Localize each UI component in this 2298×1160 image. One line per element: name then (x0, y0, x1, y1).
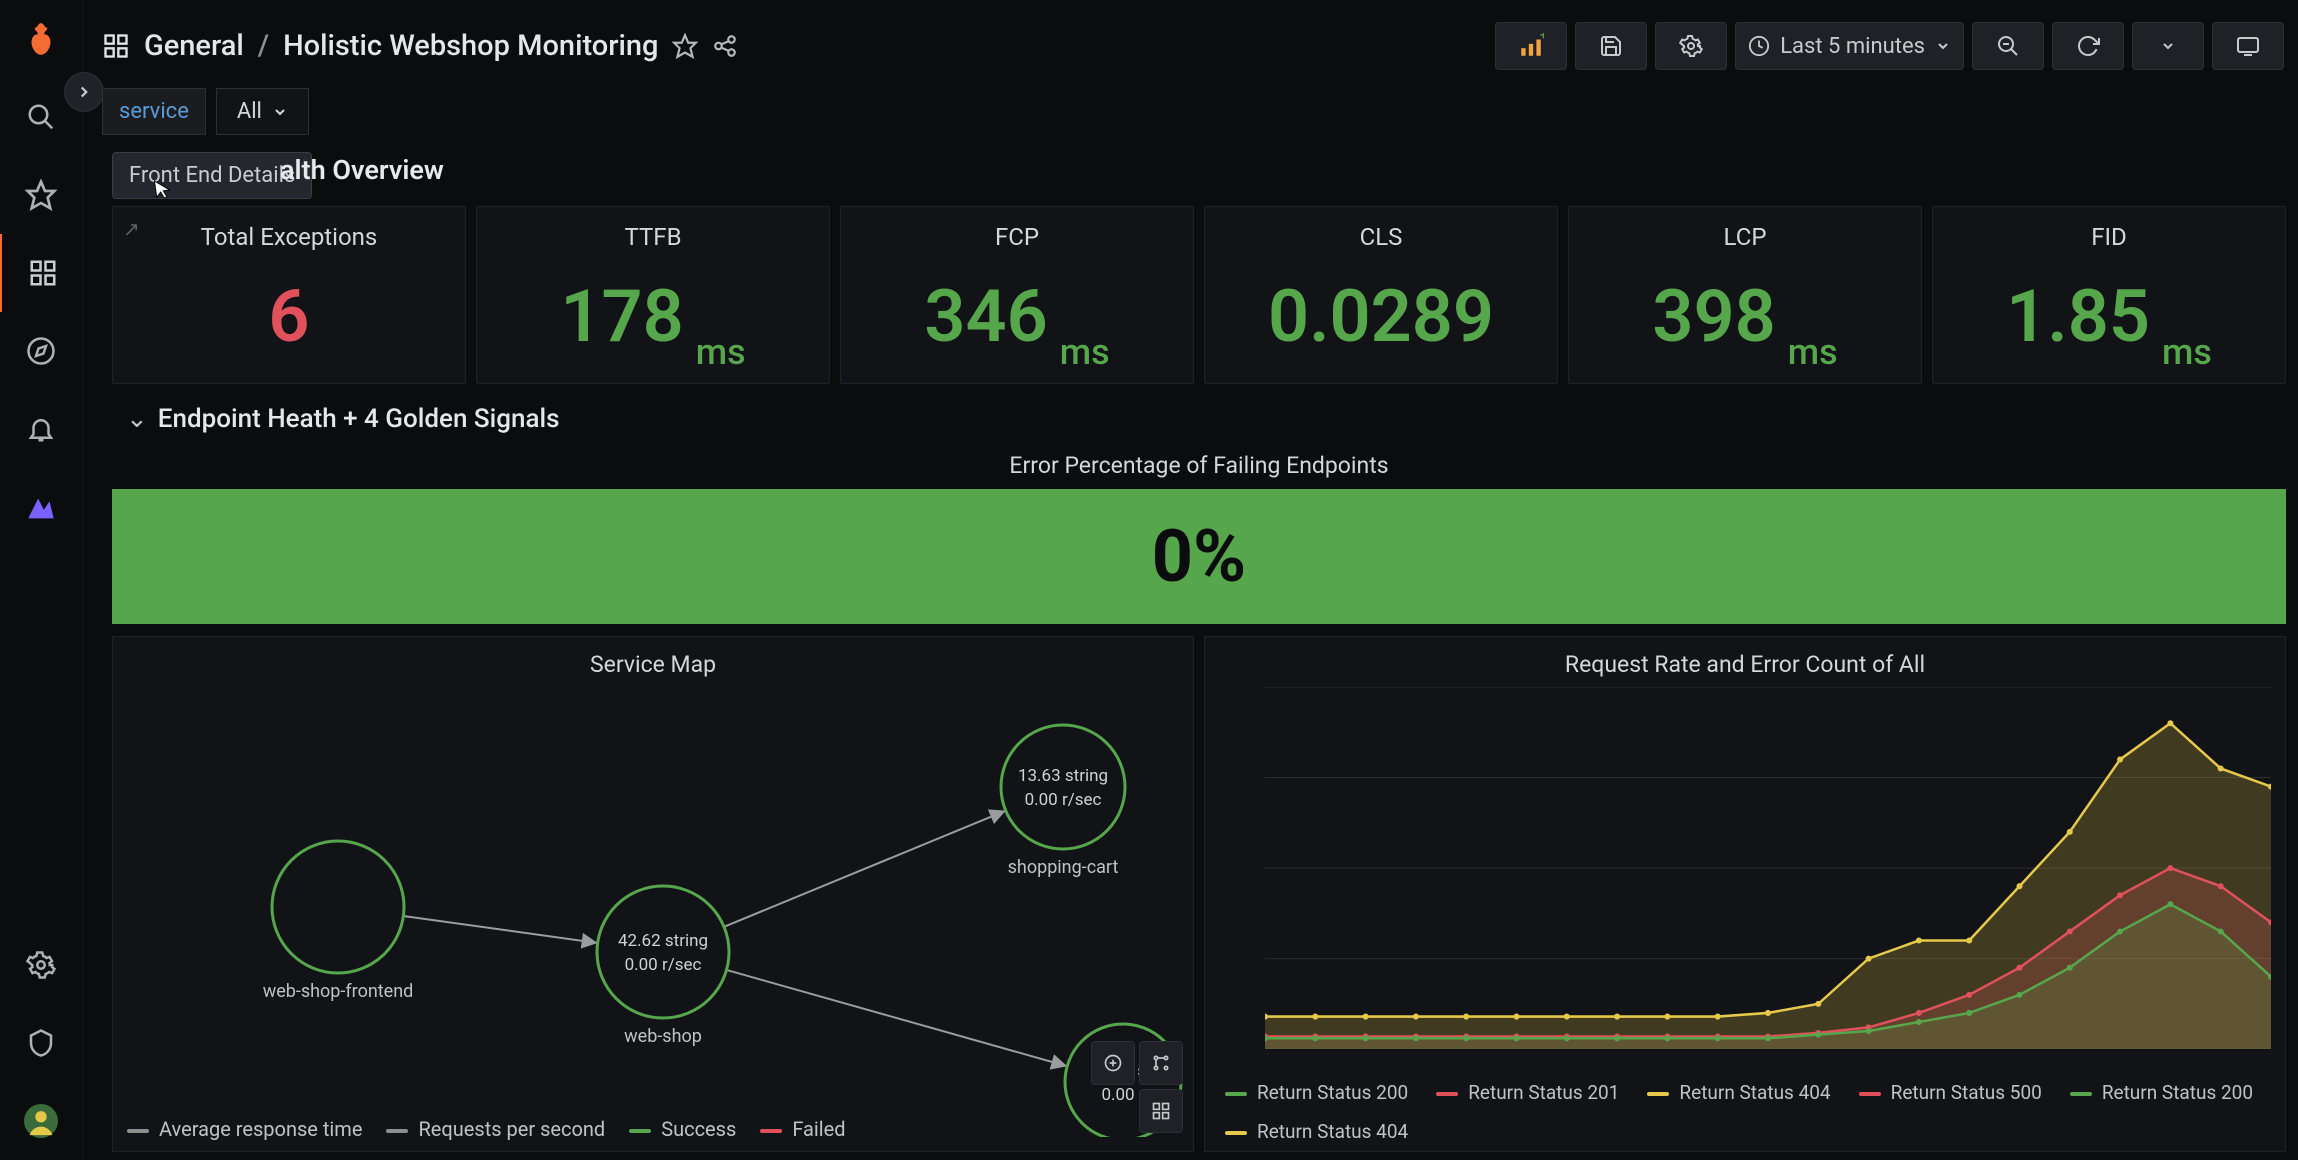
chart-legend-item[interactable]: Return Status 201 (1436, 1081, 1619, 1104)
chart-title: Request Rate and Error Count of All (1205, 651, 2285, 678)
svg-text:0.00 r/sec: 0.00 r/sec (1025, 790, 1102, 810)
save-button[interactable] (1575, 22, 1647, 70)
avatar-icon[interactable] (0, 1082, 82, 1160)
stat-panels-row: ↗ Total Exceptions 6 TTFB 178 ms FCP 346 ms CLS 0.… (112, 206, 2286, 384)
stat-unit: ms (2162, 331, 2212, 373)
svg-text:web-shop: web-shop (624, 1026, 702, 1047)
stat-unit: ms (696, 331, 746, 373)
add-panel-button[interactable]: + (1495, 22, 1567, 70)
stat-value: 1.85 (2006, 281, 2150, 353)
chart-legend-item[interactable]: Return Status 404 (1225, 1120, 1408, 1143)
service-node-web-shop[interactable]: 42.62 string 0.00 r/sec web-shop (597, 886, 729, 1047)
zoom-out-button[interactable] (1972, 22, 2044, 70)
variable-value-text: All (237, 99, 262, 124)
stat-title: TTFB (624, 223, 681, 251)
sidebar-expand-button[interactable] (64, 72, 104, 112)
chart-legend-item[interactable]: Return Status 200 (1225, 1081, 1408, 1104)
time-range-label: Last 5 minutes (1780, 34, 1925, 59)
error-panel-title: Error Percentage of Failing Endpoints (112, 452, 2286, 479)
stat-panel-cls[interactable]: CLS 0.0289 (1204, 206, 1558, 384)
service-map-title: Service Map (113, 651, 1193, 678)
grid-map-button[interactable] (1139, 1089, 1183, 1133)
legend-item[interactable]: Average response time (127, 1117, 362, 1141)
panel-request-rate-chart[interactable]: Request Rate and Error Count of All 00.5… (1204, 636, 2286, 1152)
breadcrumb-root[interactable]: General (144, 29, 244, 63)
variable-name-service: service (102, 88, 206, 135)
error-panel-value: 0% (112, 489, 2286, 624)
dashboards-icon[interactable] (0, 234, 84, 312)
k6-icon[interactable] (0, 468, 82, 546)
topbar: General / Holistic Webshop Monitoring + … (102, 18, 2284, 74)
legend-item[interactable]: Failed (760, 1117, 845, 1141)
variable-bar: service All (102, 88, 309, 135)
chart-legend: Return Status 200 Return Status 201 Return… (1225, 1081, 2285, 1143)
stat-panel-fid[interactable]: FID 1.85 ms (1932, 206, 2286, 384)
stat-title: CLS (1360, 223, 1403, 251)
nav-sidebar (0, 0, 83, 1160)
variable-value-dropdown[interactable]: All (216, 88, 309, 135)
panel-error-percentage[interactable]: Error Percentage of Failing Endpoints 0% (112, 452, 2286, 624)
stat-value: 398 (1652, 281, 1775, 353)
legend-item[interactable]: Requests per second (386, 1117, 605, 1141)
stat-panel-ttfb[interactable]: TTFB 178 ms (476, 206, 830, 384)
bell-icon[interactable] (0, 390, 82, 468)
stat-panel-lcp[interactable]: LCP 398 ms (1568, 206, 1922, 384)
row-header-endpoint-health[interactable]: Endpoint Heath + 4 Golden Signals (126, 404, 560, 434)
svg-text:13.63 string: 13.63 string (1018, 766, 1108, 786)
settings-button[interactable] (1655, 22, 1727, 70)
legend-item[interactable]: Success (629, 1117, 736, 1141)
stat-panel-fcp[interactable]: FCP 346 ms (840, 206, 1194, 384)
zoom-in-map-button[interactable] (1091, 1041, 1135, 1085)
stat-value: 178 (560, 281, 683, 353)
gear-icon[interactable] (0, 926, 82, 1004)
dashboards-glyph-icon[interactable] (102, 32, 130, 60)
star-icon[interactable] (0, 156, 82, 234)
svg-text:42.62 string: 42.62 string (618, 931, 708, 951)
stat-value: 346 (924, 281, 1047, 353)
service-node-shopping-cart[interactable]: 13.63 string 0.00 r/sec shopping-cart (1001, 725, 1125, 878)
breadcrumb-dash[interactable]: Holistic Webshop Monitoring (283, 29, 658, 63)
refresh-interval-dropdown[interactable] (2132, 22, 2204, 70)
compass-icon[interactable] (0, 312, 82, 390)
chart-legend-item[interactable]: Return Status 500 (1859, 1081, 2042, 1104)
service-node-web-shop-frontend[interactable]: web-shop-frontend (263, 841, 414, 1002)
service-map-legend: Average response time Requests per second… (127, 1117, 846, 1141)
stat-value: 6 (268, 281, 309, 353)
shield-icon[interactable] (0, 1004, 82, 1082)
grafana-logo-icon[interactable] (0, 0, 82, 78)
svg-text:shopping-cart: shopping-cart (1008, 857, 1119, 878)
panel-service-map[interactable]: Service Map web-shop-frontend 42.62 strin… (112, 636, 1194, 1152)
chart-legend-item[interactable]: Return Status 200 (2070, 1081, 2253, 1104)
stat-unit: ms (1788, 331, 1838, 373)
svg-text:+: + (1540, 33, 1544, 44)
stat-title: Total Exceptions (201, 223, 378, 251)
breadcrumb-sep: / (258, 29, 269, 63)
stat-title: LCP (1724, 223, 1767, 251)
favorite-star-icon[interactable] (672, 33, 698, 59)
svg-text:0.00 r/sec: 0.00 r/sec (625, 955, 702, 975)
stat-title: FCP (995, 223, 1039, 251)
share-icon[interactable] (712, 33, 738, 59)
kiosk-button[interactable] (2212, 22, 2284, 70)
row-title-health-overview: alth Overview (280, 154, 444, 186)
chart-legend-item[interactable]: Return Status 404 (1647, 1081, 1830, 1104)
layout-map-button[interactable] (1139, 1041, 1183, 1085)
stat-value: 0.0289 (1268, 281, 1494, 353)
stat-unit: ms (1060, 331, 1110, 373)
stat-panel-total-exceptions[interactable]: ↗ Total Exceptions 6 (112, 206, 466, 384)
time-range-picker[interactable]: Last 5 minutes (1735, 22, 1964, 70)
refresh-button[interactable] (2052, 22, 2124, 70)
panel-link-icon[interactable]: ↗ (123, 217, 140, 241)
svg-text:web-shop-frontend: web-shop-frontend (263, 981, 414, 1002)
stat-title: FID (2091, 223, 2127, 251)
